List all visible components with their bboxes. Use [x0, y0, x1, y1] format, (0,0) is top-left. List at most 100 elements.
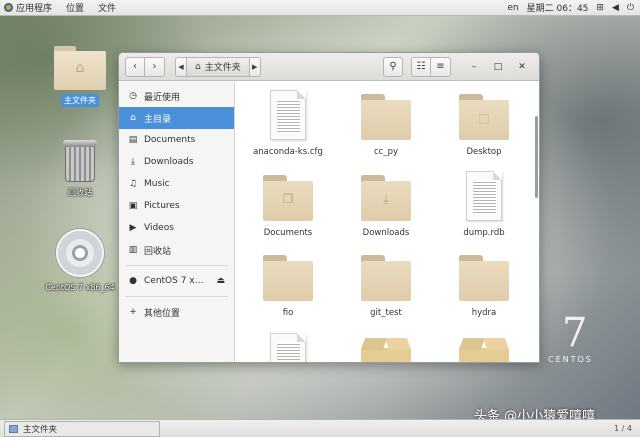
minimize-icon: – [471, 61, 477, 72]
vertical-scrollbar[interactable] [535, 116, 538, 198]
search-icon: ⚲ [389, 61, 397, 72]
disc-icon: ● [129, 276, 137, 286]
sidebar-item-downloads[interactable]: ⤓ Downloads [119, 151, 234, 173]
path-scroll-right-button[interactable]: ▶ [248, 56, 261, 77]
sidebar-item-home[interactable]: ⌂ 主目录 [119, 107, 234, 129]
package-icon [458, 338, 510, 362]
sidebar-item-music[interactable]: ♫ Music [119, 173, 234, 195]
taskbar-window-button[interactable]: 主文件夹 [4, 420, 160, 437]
sidebar-item-pictures[interactable]: ▣ Pictures [119, 195, 234, 217]
folder-icon [361, 94, 411, 140]
path-bar: ◀ ⌂ 主文件夹 ▶ [175, 56, 261, 77]
file-name: dump.rdb [463, 228, 505, 238]
file-item-anaconda-ks[interactable]: anaconda-ks.cfg [240, 90, 336, 157]
sidebar-item-videos[interactable]: ▶ Videos [119, 217, 234, 239]
list-view-icon: ☷ [416, 61, 426, 72]
file-grid-view: anaconda-ks.cfg cc_py ⬚ Desktop ❐ Docume… [236, 82, 539, 362]
recent-icon: ◷ [129, 91, 137, 101]
file-item-partial-package[interactable] [338, 338, 434, 362]
eject-icon[interactable]: ⏏ [216, 276, 225, 286]
text-document-icon [466, 171, 502, 221]
sidebar-item-label: Documents [144, 135, 196, 145]
file-item-partial-document[interactable] [240, 333, 336, 362]
input-method-indicator[interactable]: en [507, 3, 518, 13]
hamburger-menu-icon: ≡ [436, 61, 445, 72]
folder-icon: ⤓ [361, 175, 411, 221]
download-emblem-icon: ⤓ [383, 192, 389, 206]
sidebar-item-label: 主目录 [144, 114, 172, 125]
minimize-button[interactable]: – [463, 57, 485, 77]
pictures-icon: ▣ [128, 201, 138, 211]
workspace-indicator[interactable]: 1 / 4 [614, 424, 632, 433]
folder-icon [263, 255, 313, 301]
desktop-centos-disc[interactable]: CentOS 7 x86_64 [44, 228, 116, 293]
documents-icon: ▤ [128, 135, 138, 145]
sidebar-item-label: 最近使用 [144, 92, 181, 103]
search-button[interactable]: ⚲ [383, 56, 403, 77]
desktop-home-folder[interactable]: ⌂ 主文件夹 [44, 46, 116, 107]
file-item-fio[interactable]: fio [240, 255, 336, 318]
file-item-dump-rdb[interactable]: dump.rdb [436, 171, 532, 238]
home-icon: ⌂ [130, 113, 136, 123]
text-document-icon [270, 333, 306, 362]
file-item-hydra[interactable]: hydra [436, 255, 532, 318]
maximize-button[interactable]: □ [487, 57, 509, 77]
sidebar-item-label: 其他位置 [144, 308, 181, 319]
file-item-downloads[interactable]: ⤓ Downloads [338, 175, 434, 238]
music-icon: ♫ [128, 179, 138, 189]
file-item-git-test[interactable]: git_test [338, 255, 434, 318]
sidebar-item-trash[interactable]: ▥ 回收站 [119, 239, 234, 261]
sidebar-item-other-locations[interactable]: + 其他位置 [119, 301, 234, 323]
sidebar-item-recent[interactable]: ◷ 最近使用 [119, 85, 234, 107]
file-name: Downloads [362, 228, 410, 238]
power-icon[interactable]: ⏻ [627, 3, 634, 13]
file-name: anaconda-ks.cfg [253, 147, 323, 157]
sidebar-item-documents[interactable]: ▤ Documents [119, 129, 234, 151]
clock[interactable]: 星期二 06：45 [527, 1, 589, 14]
trash-icon: ▥ [128, 245, 138, 255]
applications-menu[interactable]: 应用程序 [0, 1, 59, 14]
desktop-icon-label: 回收站 [68, 188, 92, 197]
header-bar: ‹ › ◀ ⌂ 主文件夹 ▶ ⚲ ☷ ≡ – □ ✕ [119, 53, 539, 81]
file-item-documents[interactable]: ❐ Documents [240, 175, 336, 238]
sidebar-item-label: 回收站 [144, 246, 172, 257]
sidebar-item-centos-disc[interactable]: ● CentOS 7 x… ⏏ [119, 270, 234, 292]
triangle-left-icon: ◀ [178, 62, 184, 71]
view-menu-button[interactable]: ≡ [431, 56, 451, 77]
forward-button[interactable]: › [145, 56, 165, 77]
bottom-panel: 主文件夹 1 / 4 [0, 419, 640, 437]
disc-icon [55, 228, 105, 278]
top-panel: 应用程序 位置 文件 en 星期二 06：45 ⊞ ◀ ⏻ [0, 0, 640, 16]
package-icon [360, 338, 412, 362]
close-button[interactable]: ✕ [511, 57, 533, 77]
file-item-desktop[interactable]: ⬚ Desktop [436, 94, 532, 157]
folder-icon: ❐ [263, 175, 313, 221]
view-list-button[interactable]: ☷ [411, 56, 431, 77]
desktop-trash[interactable]: 回收站 [44, 140, 116, 199]
places-menu[interactable]: 位置 [59, 1, 91, 14]
home-folder-icon: ⌂ [54, 46, 106, 90]
desktop-emblem-icon: ⬚ [478, 111, 490, 125]
downloads-icon: ⤓ [131, 157, 135, 167]
chevron-right-icon: › [152, 61, 157, 72]
sidebar-item-label: CentOS 7 x… [144, 276, 204, 286]
file-item-cc-py[interactable]: cc_py [338, 94, 434, 157]
applications-menu-label: 应用程序 [16, 4, 53, 14]
file-name: Desktop [466, 147, 502, 157]
places-sidebar: ◷ 最近使用 ⌂ 主目录 ▤ Documents ⤓ Downloads ♫ M… [119, 82, 235, 362]
path-crumb-label: 主文件夹 [204, 63, 241, 73]
folder-icon: ⬚ [459, 94, 509, 140]
folder-icon [361, 255, 411, 301]
file-item-partial-package[interactable] [436, 338, 532, 362]
file-manager-icon [9, 424, 18, 433]
path-crumb-home[interactable]: ⌂ 主文件夹 [187, 56, 249, 77]
back-button[interactable]: ‹ [125, 56, 145, 77]
file-menu[interactable]: 文件 [91, 1, 123, 14]
sidebar-item-label: Pictures [144, 201, 180, 211]
sidebar-item-label: Music [144, 179, 170, 189]
path-scroll-left-button[interactable]: ◀ [175, 56, 187, 77]
file-name: git_test [370, 308, 402, 318]
volume-icon[interactable]: ◀ [612, 3, 619, 13]
network-icon[interactable]: ⊞ [596, 3, 604, 13]
maximize-icon: □ [493, 61, 503, 72]
